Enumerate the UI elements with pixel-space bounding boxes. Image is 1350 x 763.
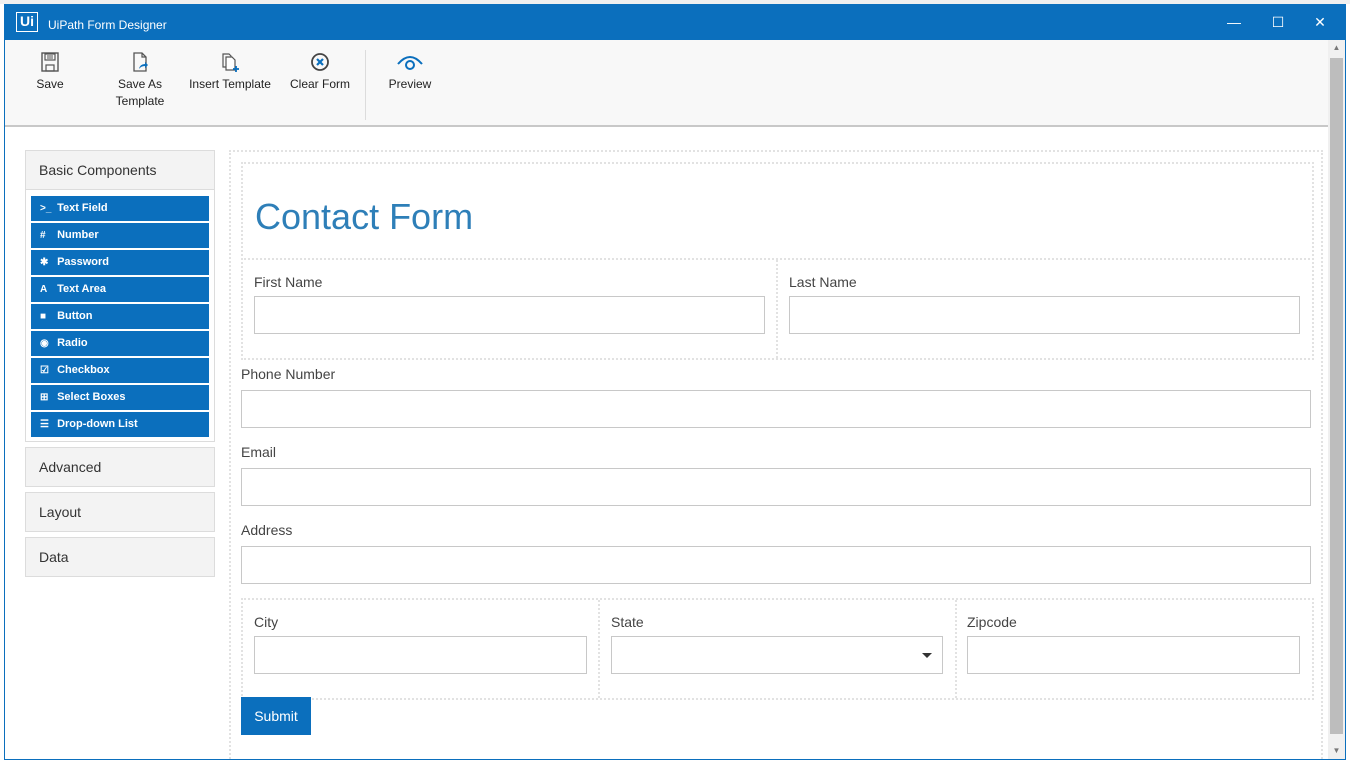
save-label: Save	[36, 77, 64, 91]
submit-button[interactable]: Submit	[241, 697, 311, 735]
component-text-field[interactable]: >_ Text Field	[31, 196, 209, 221]
component-radio[interactable]: ◉ Radio	[31, 331, 209, 356]
panel-header-basic-components[interactable]: Basic Components	[26, 151, 214, 189]
window-title: UiPath Form Designer	[48, 18, 167, 32]
scroll-down-arrow-icon[interactable]: ▼	[1328, 743, 1345, 759]
address-label: Address	[241, 522, 293, 538]
title-bar[interactable]: Ui UiPath Form Designer — ☐ ✕	[4, 4, 1346, 40]
file-export-icon	[133, 52, 148, 72]
panel-data: Data	[25, 537, 215, 577]
component-drop-down-list[interactable]: ☰ Drop-down List	[31, 412, 209, 437]
form-title: Contact Form	[255, 196, 474, 237]
close-button[interactable]: ✕	[1300, 10, 1340, 34]
terminal-icon: >_	[40, 203, 52, 214]
component-button[interactable]: ■ Button	[31, 304, 209, 329]
first-name-input[interactable]	[254, 296, 765, 334]
city-input[interactable]	[254, 636, 587, 674]
component-password[interactable]: ✱ Password	[31, 250, 209, 275]
save-as-template-label: Save As Template	[115, 77, 165, 108]
component-text-area[interactable]: A Text Area	[31, 277, 209, 302]
minimize-button[interactable]: —	[1214, 10, 1254, 34]
plus-square-icon: ⊞	[40, 392, 49, 403]
save-as-template-button[interactable]: Save As Template	[95, 50, 185, 110]
clear-form-label: Clear Form	[289, 77, 350, 91]
component-number[interactable]: # Number	[31, 223, 209, 248]
phone-number-label: Phone Number	[241, 366, 336, 382]
component-label: Select Boxes	[57, 391, 126, 403]
panel-header-data[interactable]: Data	[26, 538, 214, 576]
check-square-icon: ☑	[40, 365, 49, 376]
component-label: Button	[57, 310, 93, 322]
email-input[interactable]	[241, 468, 1311, 506]
circle-x-icon	[311, 53, 329, 71]
save-button[interactable]: Save	[5, 50, 95, 93]
phone-number-input[interactable]	[241, 390, 1311, 428]
form-header-block[interactable]: Contact Form	[241, 162, 1314, 260]
panel-layout: Layout	[25, 492, 215, 532]
zipcode-input[interactable]	[967, 636, 1300, 674]
basic-components-list: >_ Text Field # Number ✱ Password A Text…	[26, 189, 214, 441]
component-label: Text Field	[57, 202, 108, 214]
panel-header-advanced[interactable]: Advanced	[26, 448, 214, 486]
preview-label: Preview	[388, 77, 432, 91]
hash-icon: #	[40, 230, 46, 241]
scroll-up-arrow-icon[interactable]: ▲	[1328, 40, 1345, 56]
component-label: Number	[57, 229, 99, 241]
app-window: Ui UiPath Form Designer — ☐ ✕ Save Save …	[4, 4, 1346, 760]
client-area: Save Save As Template Insert Template Cl…	[5, 40, 1345, 759]
component-label: Radio	[57, 337, 88, 349]
last-name-input[interactable]	[789, 296, 1300, 334]
component-sidebar: Basic Components >_ Text Field # Number …	[25, 150, 215, 582]
component-select-boxes[interactable]: ⊞ Select Boxes	[31, 385, 209, 410]
panel-advanced: Advanced	[25, 447, 215, 487]
file-copy-add-icon	[222, 53, 239, 72]
maximize-button[interactable]: ☐	[1258, 10, 1298, 34]
panel-header-layout[interactable]: Layout	[26, 493, 214, 531]
insert-template-label: Insert Template	[189, 77, 271, 91]
last-name-label: Last Name	[789, 274, 857, 290]
caret-down-icon	[922, 653, 932, 658]
component-label: Checkbox	[57, 364, 110, 376]
zipcode-label: Zipcode	[967, 614, 1017, 630]
toolbar: Save Save As Template Insert Template Cl…	[5, 40, 1328, 127]
panel-basic-components: Basic Components >_ Text Field # Number …	[25, 150, 215, 442]
clear-form-button[interactable]: Clear Form	[275, 50, 365, 93]
insert-template-button[interactable]: Insert Template	[185, 50, 275, 93]
radio-dot-icon: ◉	[40, 338, 49, 349]
eye-icon	[397, 56, 423, 70]
asterisk-icon: ✱	[40, 257, 49, 268]
uipath-logo: Ui	[16, 12, 38, 32]
first-name-label: First Name	[254, 274, 323, 290]
state-select[interactable]	[611, 636, 943, 674]
floppy-disk-icon	[41, 52, 59, 72]
stop-square-icon: ■	[40, 311, 47, 322]
scroll-thumb[interactable]	[1330, 58, 1343, 734]
state-label: State	[611, 614, 644, 630]
preview-button[interactable]: Preview	[365, 50, 455, 93]
font-icon: A	[40, 284, 48, 295]
address-input[interactable]	[241, 546, 1311, 584]
name-columns-row[interactable]: First Name Last Name	[241, 258, 1314, 360]
city-label: City	[254, 614, 279, 630]
address-columns-row[interactable]: City State Zipcode	[241, 598, 1314, 700]
list-icon: ☰	[40, 419, 49, 430]
email-label: Email	[241, 444, 277, 460]
component-label: Drop-down List	[57, 418, 138, 430]
component-checkbox[interactable]: ☑ Checkbox	[31, 358, 209, 383]
component-label: Password	[57, 256, 110, 268]
vertical-scrollbar[interactable]: ▲ ▼	[1328, 40, 1345, 759]
component-label: Text Area	[57, 283, 106, 295]
